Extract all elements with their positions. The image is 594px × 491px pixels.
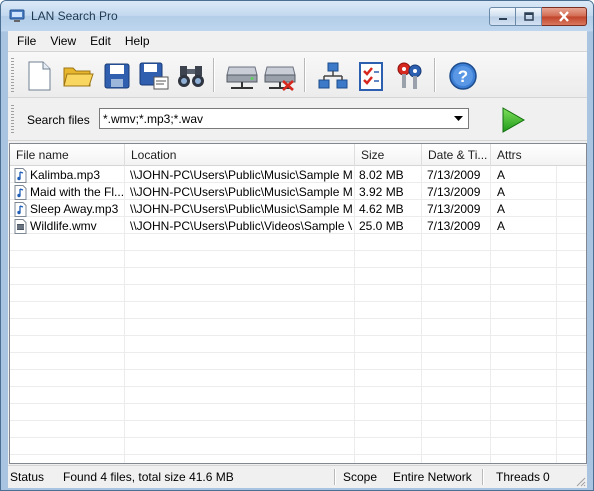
map-drive-button[interactable] xyxy=(224,58,260,94)
file-date: 7/13/2009 xyxy=(427,168,481,182)
toolbar-separator xyxy=(434,58,436,92)
start-search-button[interactable] xyxy=(499,105,527,135)
binoculars-icon xyxy=(178,66,204,87)
status-label: Status xyxy=(10,470,45,484)
credentials-button[interactable] xyxy=(391,58,427,94)
status-separator xyxy=(334,469,336,485)
audio-file-icon xyxy=(14,168,27,183)
list-header: File name Location Size Date & Ti... Att… xyxy=(10,144,586,166)
threads-value: 0 xyxy=(543,470,550,484)
menu-file[interactable]: File xyxy=(10,31,43,51)
menu-bar: File View Edit Help xyxy=(8,31,587,51)
column-header-file-name[interactable]: File name xyxy=(10,144,125,166)
status-separator xyxy=(482,469,484,485)
file-name: Maid with the Fl... xyxy=(30,185,123,199)
network-drive-icon xyxy=(226,66,258,89)
checklist-icon xyxy=(359,62,383,91)
scope-label: Scope xyxy=(343,470,378,484)
status-text: Found 4 files, total size 41.6 MB xyxy=(63,470,234,484)
network-button[interactable] xyxy=(315,58,351,94)
main-window: LAN Search Pro File View Edit Help ? Sea… xyxy=(0,0,594,491)
file-date: 7/13/2009 xyxy=(427,219,481,233)
options-button[interactable] xyxy=(353,58,389,94)
list-item[interactable]: Sleep Away.mp3 \\JOHN-PC\Users\Public\Mu… xyxy=(10,201,586,218)
maximize-button[interactable] xyxy=(516,7,542,26)
toolbar-grip[interactable] xyxy=(11,58,14,92)
title-bar[interactable]: LAN Search Pro xyxy=(1,1,593,31)
play-icon xyxy=(502,107,526,133)
column-header-size[interactable]: Size xyxy=(355,144,422,166)
audio-file-icon xyxy=(14,185,27,200)
file-size: 8.02 MB xyxy=(359,168,404,182)
toolbar: ? xyxy=(8,51,587,98)
file-attrs: A xyxy=(497,219,506,233)
new-button[interactable] xyxy=(21,58,57,94)
new-document-icon xyxy=(28,61,51,91)
find-button[interactable] xyxy=(173,58,209,94)
column-header-location[interactable]: Location xyxy=(125,144,355,166)
status-bar: Status Found 4 files, total size 41.6 MB… xyxy=(8,465,587,488)
help-button[interactable]: ? xyxy=(445,58,481,94)
toolbar-separator xyxy=(304,58,306,92)
list-item[interactable]: Kalimba.mp3 \\JOHN-PC\Users\Public\Music… xyxy=(10,167,586,184)
resize-grip-icon[interactable] xyxy=(574,475,586,487)
file-name: Kalimba.mp3 xyxy=(30,168,101,182)
toolbar-separator xyxy=(213,58,215,92)
menu-edit[interactable]: Edit xyxy=(83,31,118,51)
file-date: 7/13/2009 xyxy=(427,202,481,216)
chevron-down-icon xyxy=(454,116,463,121)
search-bar: Search files *.wmv;*.mp3;*.wav xyxy=(8,99,587,141)
disconnect-drive-button[interactable] xyxy=(262,58,298,94)
close-button[interactable] xyxy=(542,7,587,26)
file-location: \\JOHN-PC\Users\Public\Music\Sample Musi… xyxy=(130,168,352,182)
client-area: File View Edit Help ? Search files *.wmv… xyxy=(8,31,587,488)
video-file-icon xyxy=(14,219,27,234)
scope-value: Entire Network xyxy=(393,470,472,484)
maximize-icon xyxy=(523,12,534,21)
file-size: 3.92 MB xyxy=(359,185,404,199)
save-as-button[interactable] xyxy=(136,58,172,94)
file-attrs: A xyxy=(497,185,506,199)
network-icon xyxy=(318,62,348,89)
search-files-value[interactable]: *.wmv;*.mp3;*.wav xyxy=(103,112,203,126)
file-attrs: A xyxy=(497,202,506,216)
open-button[interactable] xyxy=(60,58,96,94)
dropdown-arrow[interactable] xyxy=(451,111,466,126)
minimize-button[interactable] xyxy=(489,7,516,26)
file-location: \\JOHN-PC\Users\Public\Music\Sample Musi… xyxy=(130,202,352,216)
file-location: \\JOHN-PC\Users\Public\Music\Sample Musi… xyxy=(130,185,352,199)
threads-label: Threads xyxy=(496,470,541,484)
search-bar-grip[interactable] xyxy=(11,105,14,135)
close-icon xyxy=(559,11,569,22)
results-list[interactable]: File name Location Size Date & Ti... Att… xyxy=(9,143,587,464)
file-location: \\JOHN-PC\Users\Public\Videos\Sample Vi.… xyxy=(130,219,352,233)
file-size: 4.62 MB xyxy=(359,202,404,216)
search-files-label: Search files xyxy=(27,113,90,127)
app-icon xyxy=(9,9,25,22)
file-name: Wildlife.wmv xyxy=(30,219,97,233)
file-date: 7/13/2009 xyxy=(427,185,481,199)
file-name: Sleep Away.mp3 xyxy=(30,202,119,216)
file-attrs: A xyxy=(497,168,506,182)
file-size: 25.0 MB xyxy=(359,219,404,233)
menu-view[interactable]: View xyxy=(43,31,83,51)
list-item[interactable]: Maid with the Fl... \\JOHN-PC\Users\Publ… xyxy=(10,184,586,201)
list-item[interactable]: Wildlife.wmv \\JOHN-PC\Users\Public\Vide… xyxy=(10,218,586,235)
column-header-date[interactable]: Date & Ti... xyxy=(422,144,491,166)
disconnect-drive-icon xyxy=(264,66,296,91)
menu-help[interactable]: Help xyxy=(118,31,157,51)
svg-text:?: ? xyxy=(458,67,468,86)
save-icon xyxy=(104,63,130,89)
save-as-icon xyxy=(139,62,169,90)
window-title: LAN Search Pro xyxy=(31,9,118,23)
audio-file-icon xyxy=(14,202,27,217)
minimize-icon xyxy=(498,17,507,20)
keys-icon xyxy=(397,62,422,89)
help-icon: ? xyxy=(449,62,477,90)
search-files-combobox[interactable]: *.wmv;*.mp3;*.wav xyxy=(99,108,469,129)
open-folder-icon xyxy=(63,67,94,87)
column-header-attrs[interactable]: Attrs xyxy=(491,144,586,166)
save-button[interactable] xyxy=(99,58,135,94)
